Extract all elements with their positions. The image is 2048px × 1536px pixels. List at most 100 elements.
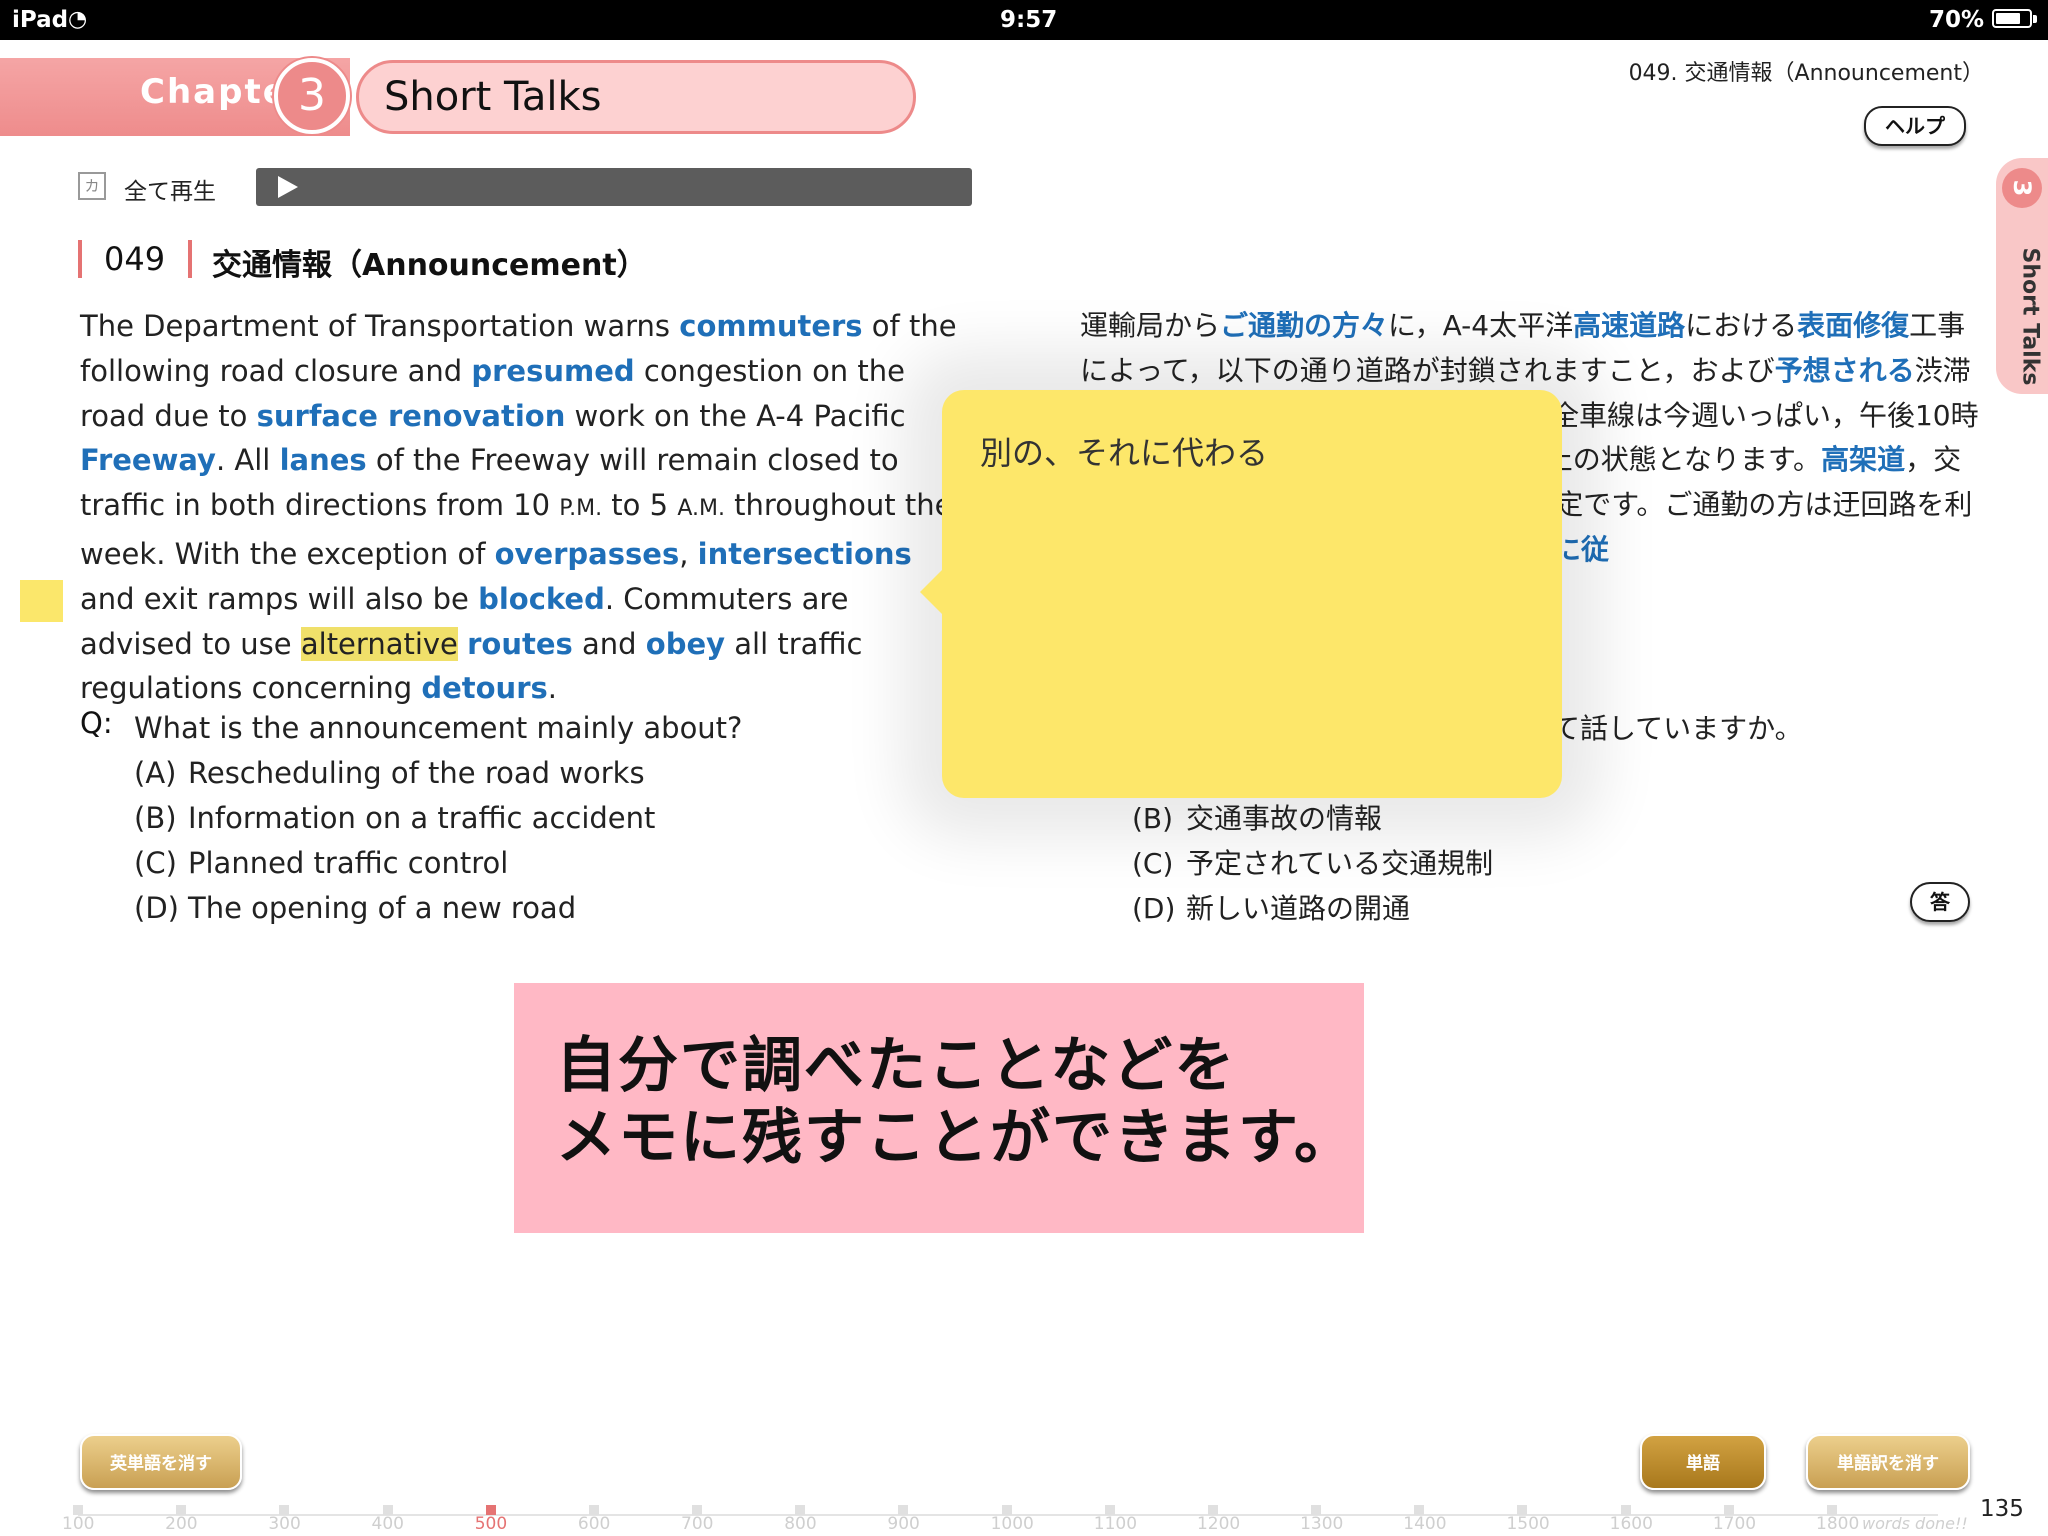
vocab-word[interactable]: surface renovation xyxy=(257,399,566,433)
passage-text: 運輸局から xyxy=(1080,309,1221,342)
vocab-word[interactable]: 表面修復 xyxy=(1797,309,1909,342)
passage-text: . xyxy=(547,671,557,706)
audio-player-bar[interactable] xyxy=(256,168,972,206)
option-letter: (B) xyxy=(1132,802,1174,835)
side-tab-label: Short Talks xyxy=(2017,247,2043,386)
words-done-label: words done!! xyxy=(1862,1514,1968,1533)
caption-line: 自分で調べたことなどを xyxy=(556,1031,1237,1101)
vocab-word[interactable]: intersections xyxy=(698,537,912,571)
progress-tick-label: 1000 xyxy=(990,1514,1034,1534)
battery-percent: 70% xyxy=(1928,7,1984,33)
help-button[interactable]: ヘルプ xyxy=(1864,106,1966,146)
option-text: The opening of a new road xyxy=(188,891,577,925)
progress-tick-label: 700 xyxy=(681,1514,714,1534)
vocab-word[interactable]: blocked xyxy=(478,582,605,616)
time-abbrev: A.M. xyxy=(677,496,725,522)
answer-option: (B) Information on a traffic accident xyxy=(134,796,655,841)
option-text: 新しい道路の開通 xyxy=(1186,892,1411,925)
progress-tick-label: 1200 xyxy=(1196,1514,1241,1534)
title-divider xyxy=(78,240,82,278)
progress-tick-label: 600 xyxy=(577,1514,611,1534)
clock: 9:57 xyxy=(1000,7,1058,33)
vocab-word[interactable]: obey xyxy=(646,627,725,661)
word-button[interactable]: 単語 xyxy=(1640,1434,1766,1490)
vocab-word[interactable]: ご通勤の方々 xyxy=(1220,309,1388,342)
time-abbrev: P.M. xyxy=(559,496,603,522)
answer-option: (D) The opening of a new road xyxy=(134,886,655,931)
status-bar: iPad ◔ 9:57 70% xyxy=(0,0,2048,40)
memo-marker[interactable] xyxy=(20,580,63,622)
progress-tick-label: 1500 xyxy=(1506,1514,1550,1534)
english-passage: The Department of Transportation warns c… xyxy=(80,304,960,711)
chapter-title: Short Talks xyxy=(384,74,602,120)
chapter-number: 3 xyxy=(274,58,350,134)
progress-tick-label: 100 xyxy=(62,1514,95,1534)
answer-option: (D) 新しい道路の開通 xyxy=(1132,886,1493,931)
option-letter: (D) xyxy=(1132,892,1176,925)
passage-text: and exit ramps will also be xyxy=(80,581,479,616)
vocab-word[interactable]: detours xyxy=(421,671,547,705)
question-text: What is the announcement mainly about? xyxy=(134,711,743,745)
answer-option: (B) 交通事故の情報 xyxy=(1132,796,1493,841)
device-label: iPad xyxy=(12,7,69,33)
option-letter: (A) xyxy=(134,756,177,790)
play-icon[interactable] xyxy=(278,176,298,198)
option-text: Information on a traffic accident xyxy=(188,801,656,835)
option-letter: (D) xyxy=(134,891,179,925)
progress-tick-label: 1700 xyxy=(1712,1514,1757,1534)
kana-toggle-icon[interactable]: カ xyxy=(78,172,106,200)
vocab-word[interactable]: 予想される xyxy=(1775,354,1915,387)
jp-question-text: て話していますか。 xyxy=(1552,712,1803,745)
progress-tick-label: 1100 xyxy=(1093,1514,1138,1534)
caption-line: メモに残すことができます。 xyxy=(556,1103,1356,1173)
progress-tick-label: 900 xyxy=(887,1514,920,1534)
passage-text: における xyxy=(1685,309,1798,342)
vocab-word[interactable]: 高速道路 xyxy=(1573,309,1685,342)
passage-text: work on the A-4 Pacific xyxy=(565,398,906,433)
option-text: 交通事故の情報 xyxy=(1186,802,1383,835)
vocab-word[interactable]: presumed xyxy=(471,354,634,388)
battery-tip xyxy=(2033,15,2037,23)
passage-text: に，A-4太平洋 xyxy=(1388,309,1574,342)
passage-text xyxy=(458,627,467,661)
memo-text[interactable]: 別の、それに代わる xyxy=(980,428,1268,474)
progress-tick-label: 800 xyxy=(784,1514,817,1534)
progress-tick-label: 300 xyxy=(268,1514,301,1534)
caption-text: 自分で調べたことなどを メモに残すことができます。 xyxy=(556,1030,1356,1174)
highlighted-word[interactable]: alternative xyxy=(300,626,458,661)
hide-english-button[interactable]: 英単語を消す xyxy=(80,1434,242,1490)
answer-button[interactable]: 答 xyxy=(1910,882,1970,922)
passage-text: to 5 xyxy=(602,488,678,523)
progress-tick-label: 1600 xyxy=(1609,1514,1653,1534)
vocab-word[interactable]: 高架道 xyxy=(1821,443,1905,476)
passage-text: , xyxy=(679,536,698,571)
answer-option: (C) Planned traffic control xyxy=(134,841,655,886)
option-text: Planned traffic control xyxy=(188,846,509,880)
option-letter: (C) xyxy=(1132,847,1174,880)
progress-tick-label: 1400 xyxy=(1403,1514,1447,1534)
jp-answer-options: (B) 交通事故の情報 (C) 予定されている交通規制 (D) 新しい道路の開通 xyxy=(1132,796,1493,931)
vocab-word[interactable]: Freeway xyxy=(80,443,216,477)
progress-tick-label: 400 xyxy=(371,1514,404,1534)
answer-options: (A) Rescheduling of the road works (B) Info… xyxy=(134,751,655,931)
hide-translation-button[interactable]: 単語訳を消す xyxy=(1806,1434,1970,1490)
vocab-word[interactable]: commuters xyxy=(679,309,862,343)
wifi-icon: ◔ xyxy=(68,7,88,32)
battery-icon xyxy=(1992,9,2032,28)
passage-title: 交通情報（Announcement） xyxy=(212,248,647,283)
vocab-word[interactable]: overpasses xyxy=(495,537,680,571)
side-tab-number: 3 xyxy=(2002,168,2042,208)
vocab-word[interactable]: routes xyxy=(467,627,573,661)
option-letter: (C) xyxy=(134,846,177,880)
page-number: 135 xyxy=(1980,1496,2024,1522)
vocab-word[interactable]: lanes xyxy=(280,443,367,477)
passage-number: 049 xyxy=(104,240,166,278)
passage-text: and xyxy=(572,626,646,661)
play-all-label[interactable]: 全て再生 xyxy=(124,172,216,206)
option-text: 予定されている交通規制 xyxy=(1186,847,1494,880)
answer-option: (A) Rescheduling of the road works xyxy=(134,751,655,796)
progress-tick-label: 500 xyxy=(474,1514,508,1534)
option-text: Rescheduling of the road works xyxy=(188,756,645,790)
passage-text: . All xyxy=(215,443,280,478)
question-label: Q: xyxy=(80,706,113,740)
